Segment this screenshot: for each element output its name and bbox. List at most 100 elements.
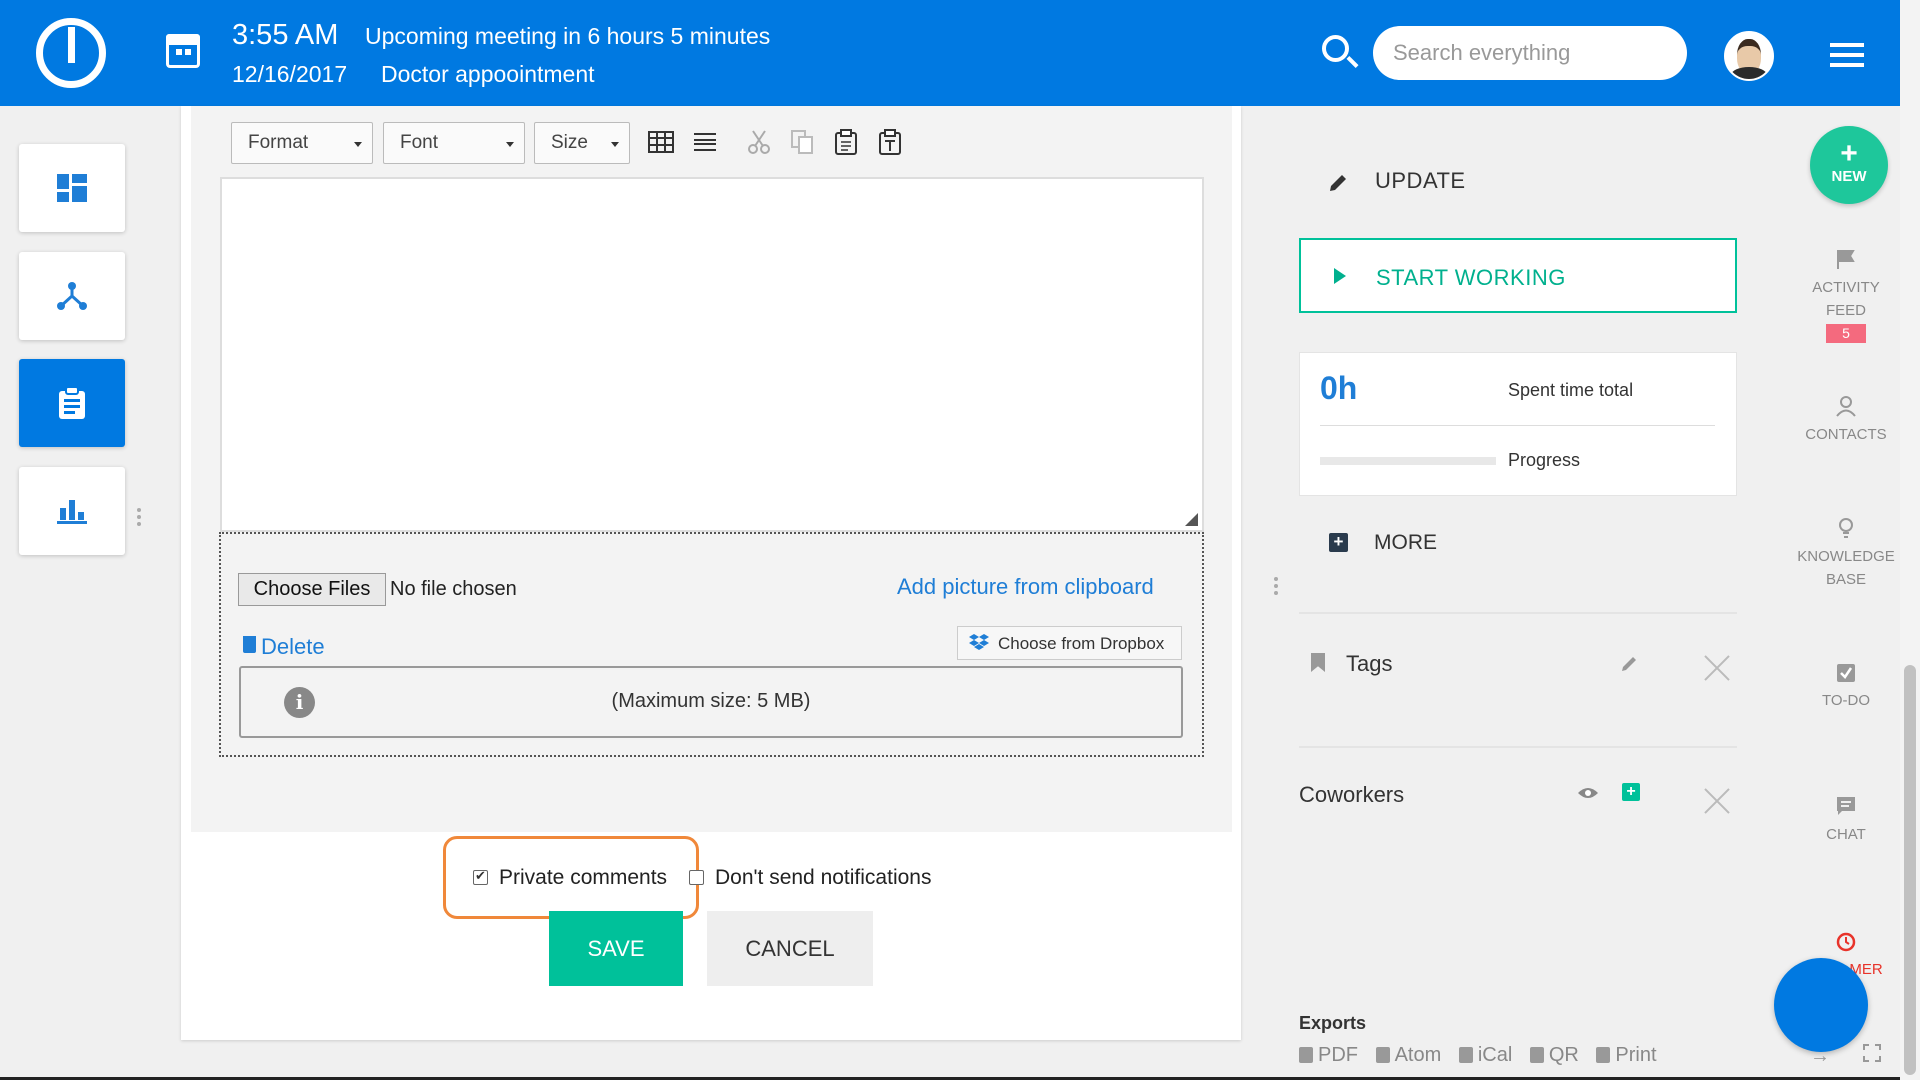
fullscreen-icon[interactable] (1863, 1044, 1881, 1062)
export-qr-label: QR (1548, 1044, 1579, 1066)
export-qr-link[interactable]: QR (1529, 1044, 1579, 1066)
private-comments-option[interactable]: Private comments (473, 866, 667, 890)
export-print-link[interactable]: Print (1596, 1044, 1657, 1066)
cut-icon[interactable] (745, 128, 773, 156)
save-button[interactable]: SAVE (549, 911, 683, 986)
current-date: 12/16/2017 (232, 61, 348, 87)
divider (1320, 425, 1715, 426)
rss-icon (1375, 1047, 1390, 1063)
close-tags-icon[interactable] (1703, 654, 1731, 682)
qr-icon (1529, 1047, 1544, 1063)
app-logo-icon[interactable] (36, 18, 106, 88)
pdf-icon (1299, 1047, 1313, 1063)
dont-send-notifications-checkbox[interactable] (689, 870, 704, 885)
paste-icon[interactable] (832, 128, 860, 156)
format-dropdown[interactable]: Format (231, 122, 373, 164)
flag-icon (1837, 250, 1855, 269)
new-label: NEW (1831, 168, 1867, 185)
more-button[interactable]: MORE (1374, 531, 1437, 555)
edit-tags-icon[interactable] (1620, 653, 1640, 673)
eye-icon[interactable] (1577, 786, 1599, 800)
knowledge-label-1: KNOWLEDGE (1797, 548, 1895, 565)
add-coworker-icon[interactable]: + (1622, 783, 1640, 801)
dropbox-icon (969, 634, 989, 650)
max-size-text: (Maximum size: 5 MB) (611, 690, 811, 712)
todo-button[interactable]: TO-DO (1792, 661, 1900, 712)
current-time: 3:55 AM (232, 19, 339, 51)
activity-count-badge: 5 (1826, 324, 1866, 343)
upcoming-meeting-text[interactable]: Upcoming meeting in 6 hours 5 minutes (365, 23, 770, 50)
checklist-icon (1837, 664, 1855, 682)
calendar-icon[interactable] (166, 34, 200, 68)
table-icon[interactable] (647, 128, 675, 156)
paste-text-icon[interactable] (876, 128, 904, 156)
panel-resize-handle[interactable] (1274, 577, 1278, 581)
no-file-text: No file chosen (390, 578, 517, 600)
hamburger-menu-icon[interactable] (1830, 43, 1864, 47)
export-pdf-link[interactable]: PDF (1299, 1044, 1358, 1066)
update-button[interactable]: UPDATE (1325, 168, 1466, 194)
activity-feed-label-2: FEED (1825, 302, 1866, 319)
divider (1299, 746, 1737, 748)
activity-feed-button[interactable]: ACTIVITY FEED 5 (1792, 248, 1900, 345)
nav-dashboard-button[interactable] (19, 144, 125, 232)
more-plus-icon[interactable]: + (1329, 533, 1348, 552)
start-working-button[interactable]: START WORKING (1299, 238, 1737, 313)
export-ical-link[interactable]: iCal (1458, 1044, 1513, 1066)
copy-icon[interactable] (788, 128, 816, 156)
font-dropdown[interactable]: Font (383, 122, 525, 164)
resize-grip-icon[interactable] (1185, 513, 1198, 526)
dropbox-label: Choose from Dropbox (998, 634, 1165, 653)
knowledge-base-button[interactable]: KNOWLEDGE BASE (1792, 517, 1900, 591)
contacts-button[interactable]: CONTACTS (1792, 395, 1900, 446)
user-avatar[interactable] (1724, 31, 1774, 81)
add-picture-from-clipboard-link[interactable]: Add picture from clipboard (897, 574, 1154, 600)
nav-resize-handle[interactable] (137, 508, 141, 512)
chat-button[interactable]: CHAT (1792, 795, 1900, 846)
comment-editor[interactable] (220, 177, 1204, 532)
exports-title: Exports (1299, 1013, 1367, 1033)
new-button[interactable]: + NEW (1810, 126, 1888, 204)
search-input[interactable] (1373, 26, 1687, 80)
collapse-arrow-icon[interactable]: → (1810, 1045, 1830, 1068)
max-size-info-box: i (Maximum size: 5 MB) (239, 666, 1183, 738)
contacts-label: CONTACTS (1805, 426, 1887, 443)
nav-tasks-button[interactable] (19, 359, 125, 447)
close-coworkers-icon[interactable] (1703, 787, 1731, 815)
private-comments-checkbox[interactable] (473, 868, 488, 885)
network-icon (57, 282, 87, 310)
export-atom-label: Atom (1394, 1044, 1442, 1066)
nav-reports-button[interactable] (19, 467, 125, 555)
spent-time-value: 0h (1320, 370, 1358, 406)
floating-action-button[interactable] (1774, 958, 1868, 1052)
printer-icon (1596, 1047, 1611, 1063)
choose-files-button[interactable]: Choose Files (238, 573, 386, 606)
private-comments-label: Private comments (499, 866, 668, 889)
export-pdf-label: PDF (1318, 1044, 1358, 1066)
appointment-text[interactable]: Doctor appoointment (381, 61, 595, 88)
coworkers-label: Coworkers (1299, 782, 1405, 807)
tags-label: Tags (1346, 651, 1393, 676)
dont-send-notifications-option[interactable]: Don't send notifications (689, 866, 931, 890)
progress-bar (1320, 457, 1496, 465)
search-icon[interactable] (1322, 35, 1349, 62)
top-header: 3:55 AM Upcoming meeting in 6 hours 5 mi… (0, 0, 1900, 106)
time-stats-box: 0h Spent time total Progress (1299, 352, 1737, 496)
play-icon (1334, 268, 1346, 284)
delete-link[interactable]: Delete (242, 634, 325, 660)
person-icon (1836, 396, 1856, 417)
spent-time-label: Spent time total (1508, 380, 1634, 400)
cancel-button[interactable]: CANCEL (707, 911, 873, 986)
size-dropdown[interactable]: Size (534, 122, 630, 164)
plus-icon: + (1840, 137, 1858, 170)
horizontal-line-icon[interactable] (691, 128, 719, 156)
chat-label: CHAT (1826, 826, 1866, 843)
export-ical-label: iCal (1477, 1044, 1513, 1066)
alarm-clock-icon (1836, 932, 1856, 952)
choose-from-dropbox-button[interactable]: Choose from Dropbox (957, 626, 1182, 660)
export-print-label: Print (1615, 1044, 1657, 1066)
export-atom-link[interactable]: Atom (1375, 1044, 1442, 1066)
clipboard-icon (59, 387, 85, 419)
nav-network-button[interactable] (19, 252, 125, 340)
scrollbar-thumb[interactable] (1904, 665, 1916, 1075)
